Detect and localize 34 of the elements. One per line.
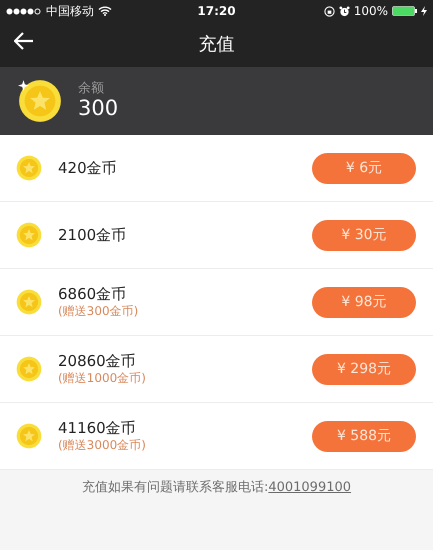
- bonus-text: (赠送3000金币): [58, 438, 147, 454]
- battery-icon: [392, 6, 418, 16]
- price-button[interactable]: ¥ 30元: [312, 220, 416, 250]
- coin-icon: [16, 222, 42, 248]
- balance-label: 余额: [78, 82, 105, 97]
- coin-amount: 2100金币: [58, 226, 128, 244]
- coin-icon: [18, 79, 62, 123]
- coin-icon: [16, 155, 42, 181]
- charging-icon: [421, 6, 428, 16]
- signal-icon: [6, 8, 42, 14]
- coin-amount: 20860金币: [58, 352, 137, 371]
- price-button[interactable]: ¥ 588元: [312, 420, 416, 452]
- rotation-lock-icon: [324, 6, 335, 16]
- bonus-text: (赠送1000金币): [58, 370, 147, 386]
- price-button[interactable]: ¥ 98元: [312, 286, 416, 318]
- coin-amount: 41160金币: [58, 418, 137, 438]
- balance-amount: 300: [78, 96, 118, 120]
- wifi-icon: [98, 6, 112, 16]
- clock-time: 17:20: [197, 3, 236, 20]
- carrier-name: 中国移动: [46, 3, 94, 20]
- coin-amount: 420金币: [58, 158, 118, 178]
- back-button[interactable]: [14, 32, 34, 50]
- phone-link[interactable]: 4001099100: [268, 480, 352, 495]
- support-text: 充值如果有问题请联系客服电话:: [82, 480, 268, 495]
- coin-icon: [16, 356, 42, 382]
- price-button[interactable]: ¥ 6元: [312, 152, 416, 184]
- price-button[interactable]: ¥ 298元: [312, 354, 416, 384]
- battery-percent: 100%: [354, 3, 388, 20]
- coin-icon: [16, 423, 42, 449]
- alarm-icon: [338, 6, 350, 16]
- coin-amount: 6860金币: [58, 284, 128, 304]
- page-title: 充值: [198, 33, 234, 57]
- bonus-text: (赠送300金币): [58, 304, 140, 320]
- coin-icon: [16, 289, 42, 315]
